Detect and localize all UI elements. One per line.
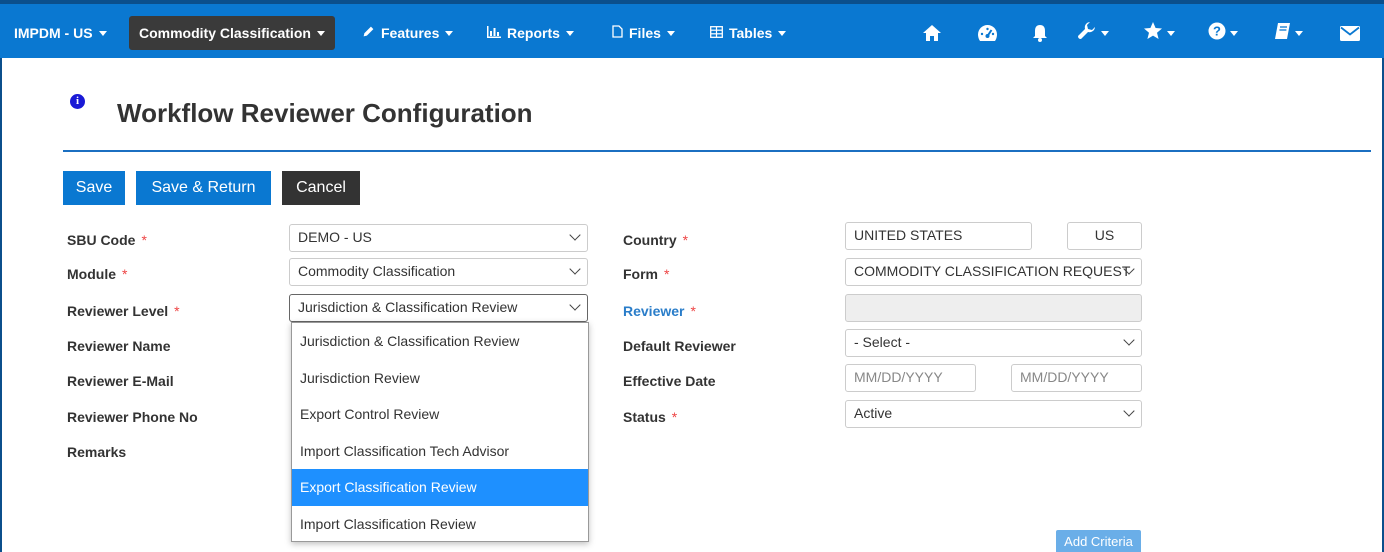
reviewer-phone-label: Reviewer Phone No [67,409,198,425]
add-criteria-button[interactable]: Add Criteria [1056,530,1141,552]
country-input[interactable]: UNITED STATES [845,222,1032,250]
bell-icon[interactable] [1032,20,1048,46]
default-reviewer-value: - Select - [854,334,911,350]
nav-module-label: Commodity Classification [139,25,311,41]
effective-date-label: Effective Date [623,373,716,389]
reviewer-input [845,294,1142,322]
effective-date-to-input[interactable]: MM/DD/YYYY [1011,364,1142,392]
module-select[interactable]: Commodity Classification [289,258,588,286]
reviewer-level-option[interactable]: Import Classification Review [292,506,588,543]
file-icon [612,25,623,41]
save-button[interactable]: Save [63,171,125,205]
reviewer-email-label: Reviewer E-Mail [67,373,174,389]
status-select[interactable]: Active [845,400,1142,428]
cancel-button[interactable]: Cancel [282,171,360,205]
dashboard-icon[interactable] [977,20,998,46]
module-label: Module * [67,266,127,282]
nav-tables-label: Tables [729,25,773,41]
star-icon [1143,21,1163,45]
reviewer-level-option[interactable]: Import Classification Tech Advisor [292,433,588,470]
form-label: Form * [623,266,669,282]
chevron-down-icon [565,30,574,36]
reviewer-level-label: Reviewer Level * [67,303,180,319]
help-icon: ? [1208,22,1226,45]
required-marker: * [690,303,696,319]
form-value: COMMODITY CLASSIFICATION REQUEST [854,263,1131,279]
wrench-menu[interactable] [1077,20,1109,46]
sbu-code-label-text: SBU Code [67,232,136,248]
remarks-label: Remarks [67,444,127,460]
chevron-down-icon [1167,30,1175,36]
required-marker: * [141,232,147,248]
page-title: Workflow Reviewer Configuration [117,98,533,128]
book-icon [1274,22,1291,45]
default-reviewer-label: Default Reviewer [623,338,736,354]
reviewer-level-option[interactable]: Export Classification Review [292,469,588,506]
country-label-text: Country [623,232,677,248]
country-code-input[interactable]: US [1067,222,1142,250]
svg-text:?: ? [1213,23,1221,38]
pencil-icon [362,25,375,41]
nav-reports-menu[interactable]: Reports [487,16,574,50]
chevron-down-icon [1101,30,1109,36]
reviewer-level-dropdown-list: Jurisdiction & Classification Review Juri… [291,322,589,542]
bar-chart-icon [487,25,501,41]
table-icon [710,25,723,41]
envelope-icon[interactable] [1340,20,1360,46]
module-value: Commodity Classification [298,263,456,279]
chevron-down-icon [316,30,325,36]
chevron-down-icon [445,30,454,36]
nav-features-label: Features [381,25,440,41]
chevron-down-icon [778,30,787,36]
book-menu[interactable] [1274,20,1303,46]
nav-app-label: IMPDM - US [14,25,93,41]
required-marker: * [174,303,180,319]
nav-tables-menu[interactable]: Tables [710,16,787,50]
sbu-code-select[interactable]: DEMO - US [289,224,588,252]
required-marker: * [122,266,128,282]
help-menu[interactable]: ? [1208,20,1238,46]
reviewer-level-select[interactable]: Jurisdiction & Classification Review [289,294,588,322]
reviewer-level-option[interactable]: Jurisdiction & Classification Review [292,323,588,360]
required-marker: * [682,232,689,248]
reviewer-label-text: Reviewer [623,303,685,319]
nav-reports-label: Reports [507,25,560,41]
required-marker: * [664,266,670,282]
save-return-button[interactable]: Save & Return [136,171,271,205]
home-icon[interactable] [922,20,942,46]
reviewer-label[interactable]: Reviewer * [623,303,696,319]
reviewer-level-value: Jurisdiction & Classification Review [298,299,518,315]
nav-files-menu[interactable]: Files [612,16,675,50]
effective-date-from-input[interactable]: MM/DD/YYYY [845,364,976,392]
chevron-down-icon [1295,30,1303,36]
country-label: Country * [623,232,688,248]
form-label-text: Form [623,266,658,282]
sbu-code-value: DEMO - US [298,229,372,245]
chevron-down-icon [666,30,675,36]
chevron-down-icon [1230,30,1238,36]
wrench-icon [1077,21,1097,46]
favorites-menu[interactable] [1143,20,1175,46]
status-value: Active [854,405,893,421]
default-reviewer-select[interactable]: - Select - [845,329,1142,357]
sbu-code-label: SBU Code * [67,232,147,248]
top-navbar: IMPDM - US Commodity Classification Feat… [0,0,1384,58]
nav-app-menu[interactable]: IMPDM - US [14,16,107,50]
status-label: Status * [623,409,677,425]
required-marker: * [671,409,678,425]
reviewer-name-label: Reviewer Name [67,338,171,354]
nav-module-menu[interactable]: Commodity Classification [129,16,335,50]
chevron-down-icon [98,30,107,36]
reviewer-level-option[interactable]: Export Control Review [292,396,588,433]
title-divider [63,150,1371,152]
info-icon[interactable]: i [70,94,85,109]
nav-features-menu[interactable]: Features [362,16,454,50]
nav-files-label: Files [629,25,661,41]
reviewer-level-label-text: Reviewer Level [67,303,169,319]
module-label-text: Module [67,266,116,282]
status-label-text: Status [623,409,666,425]
reviewer-level-option[interactable]: Jurisdiction Review [292,360,588,397]
form-select[interactable]: COMMODITY CLASSIFICATION REQUEST [845,258,1142,286]
